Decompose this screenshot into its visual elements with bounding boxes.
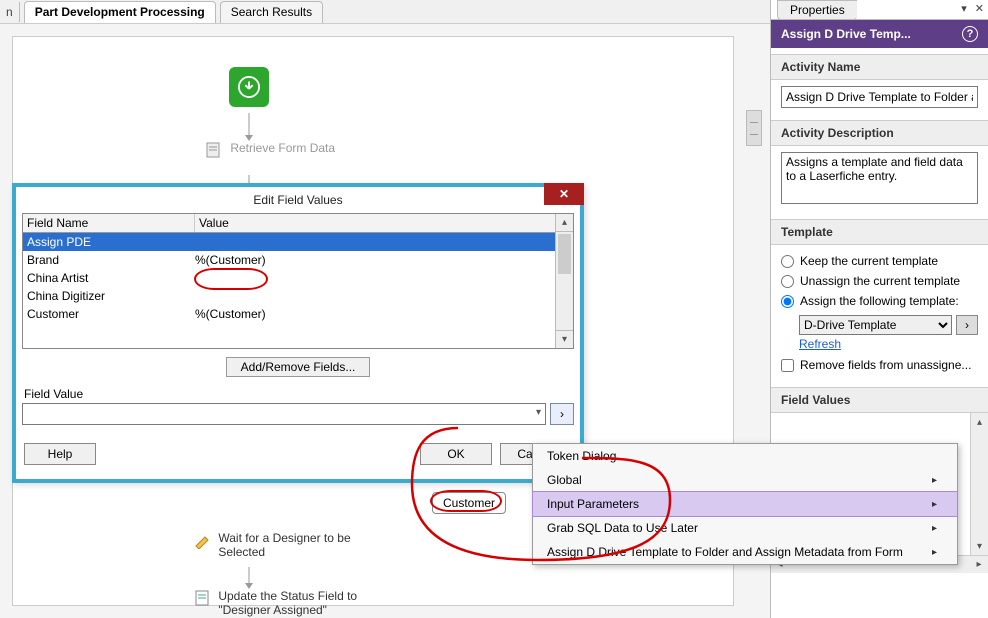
properties-tab[interactable]: Properties — [777, 0, 857, 20]
scroll-thumb[interactable] — [558, 234, 571, 274]
wait-designer-label: Wait for a Designer to be Selected — [218, 531, 358, 559]
form-icon — [205, 141, 223, 159]
grid-row[interactable]: Customer %(Customer) — [23, 305, 573, 323]
tab-search-results[interactable]: Search Results — [220, 1, 323, 23]
grid-row[interactable]: China Digitizer — [23, 287, 573, 305]
menu-global[interactable]: Global ▸ — [533, 468, 957, 492]
document-icon — [193, 589, 211, 607]
remove-fields-checkbox[interactable]: Remove fields from unassigne... — [781, 355, 978, 375]
ok-button[interactable]: OK — [420, 443, 492, 465]
col-value[interactable]: Value — [195, 214, 573, 232]
scroll-up-icon[interactable]: ▴ — [971, 413, 988, 431]
activity-name-input[interactable] — [781, 86, 978, 108]
radio-unassign-template[interactable]: Unassign the current template — [781, 271, 978, 291]
cell-field-name: China Artist — [27, 271, 195, 285]
section-activity-desc: Activity Description — [771, 120, 988, 146]
tooltip-customer: Customer — [432, 492, 506, 514]
cell-field-name: Assign PDE — [27, 235, 195, 249]
menu-label: Grab SQL Data to Use Later — [547, 521, 698, 535]
grid-row[interactable]: Brand %(Customer) — [23, 251, 573, 269]
start-node[interactable] — [229, 67, 269, 107]
token-menu: Token Dialog... Global ▸ Input Parameters… — [532, 443, 958, 565]
menu-label: Token Dialog... — [547, 449, 626, 463]
cell-value: %(Customer) — [195, 307, 569, 321]
edit-field-values-dialog: Edit Field Values ✕ Field Name Value Ass… — [12, 183, 584, 483]
section-template: Template — [771, 219, 988, 245]
update-status-label: Update the Status Field to "Designer Ass… — [218, 589, 358, 617]
refresh-link[interactable]: Refresh — [799, 337, 841, 351]
template-go-button[interactable]: › — [956, 315, 978, 335]
submenu-arrow-icon: ▸ — [932, 475, 937, 486]
radio-label: Keep the current template — [800, 254, 938, 268]
help-icon[interactable]: ? — [962, 26, 978, 42]
cell-field-name: Customer — [27, 307, 195, 321]
download-icon — [229, 67, 269, 107]
scroll-down-icon[interactable]: ▾ — [971, 537, 988, 555]
grid-row[interactable]: Assign PDE — [23, 233, 573, 251]
grid-row[interactable]: China Artist — [23, 269, 573, 287]
submenu-arrow-icon: ▸ — [932, 499, 937, 510]
checkbox-label: Remove fields from unassigne... — [800, 358, 971, 372]
scroll-down-icon[interactable]: ▾ — [556, 330, 573, 348]
cell-value — [195, 271, 569, 285]
field-value-label: Field Value — [24, 387, 572, 401]
menu-input-parameters[interactable]: Input Parameters ▸ — [533, 492, 957, 516]
fv-vscrollbar[interactable]: ▴ ▾ — [970, 413, 988, 573]
field-value-input[interactable]: ▾ — [22, 403, 546, 425]
menu-label: Assign D Drive Template to Folder and As… — [547, 545, 903, 559]
cell-value: %(Customer) — [195, 253, 569, 267]
fields-grid: Field Name Value Assign PDE Brand %(Cust… — [22, 213, 574, 349]
scroll-up-icon[interactable]: ▴ — [556, 214, 573, 232]
section-activity-name: Activity Name — [771, 54, 988, 80]
radio-label: Unassign the current template — [800, 274, 960, 288]
template-select[interactable]: D-Drive Template — [799, 315, 952, 335]
submenu-arrow-icon: ▸ — [932, 547, 937, 558]
properties-header: Assign D Drive Temp... ? — [771, 20, 988, 48]
section-field-values: Field Values — [771, 387, 988, 413]
menu-token-dialog[interactable]: Token Dialog... — [533, 444, 957, 468]
chevron-down-icon[interactable]: ▾ — [536, 407, 541, 418]
menu-assign-d-drive[interactable]: Assign D Drive Template to Folder and As… — [533, 540, 957, 564]
retrieve-form-node[interactable]: Retrieve Form Data — [205, 141, 365, 159]
canvas-scroll-grip[interactable] — [746, 110, 762, 146]
tab-part-development[interactable]: Part Development Processing — [24, 1, 216, 23]
connector-arrow — [245, 113, 253, 141]
menu-label: Input Parameters — [547, 497, 639, 511]
dialog-title: Edit Field Values — [253, 193, 342, 207]
tab-fragment: n — [0, 2, 20, 22]
panel-menu-icon[interactable]: ▾ — [957, 0, 971, 19]
panel-close-icon[interactable]: ✕ — [971, 0, 988, 19]
cell-value — [195, 289, 569, 303]
menu-grab-sql[interactable]: Grab SQL Data to Use Later ▸ — [533, 516, 957, 540]
radio-assign-template[interactable]: Assign the following template: — [781, 291, 978, 311]
cell-field-name: China Digitizer — [27, 289, 195, 303]
add-remove-fields-button[interactable]: Add/Remove Fields... — [226, 357, 371, 377]
cell-value — [195, 235, 569, 249]
connector-arrow — [245, 567, 253, 589]
grid-scrollbar[interactable]: ▴ ▾ — [555, 214, 573, 348]
update-status-node[interactable]: Update the Status Field to "Designer Ass… — [193, 589, 413, 617]
dialog-titlebar[interactable]: Edit Field Values ✕ — [16, 187, 580, 213]
menu-label: Global — [547, 473, 582, 487]
close-icon[interactable]: ✕ — [544, 183, 584, 205]
pencil-icon — [193, 531, 211, 549]
cell-field-name: Brand — [27, 253, 195, 267]
properties-title: Assign D Drive Temp... — [781, 27, 911, 41]
grid-body[interactable]: Assign PDE Brand %(Customer) China Artis… — [23, 233, 573, 345]
radio-keep-template[interactable]: Keep the current template — [781, 251, 978, 271]
radio-label: Assign the following template: — [800, 294, 959, 308]
wait-designer-node[interactable]: Wait for a Designer to be Selected — [193, 531, 393, 559]
retrieve-form-label: Retrieve Form Data — [230, 141, 335, 155]
help-button[interactable]: Help — [24, 443, 96, 465]
grid-header: Field Name Value — [23, 214, 573, 233]
submenu-arrow-icon: ▸ — [932, 523, 937, 534]
scroll-right-icon[interactable]: ▸ — [970, 559, 988, 570]
token-picker-button[interactable]: › — [550, 403, 574, 425]
activity-desc-input[interactable]: Assigns a template and field data to a L… — [781, 152, 978, 204]
col-field-name[interactable]: Field Name — [23, 214, 195, 232]
